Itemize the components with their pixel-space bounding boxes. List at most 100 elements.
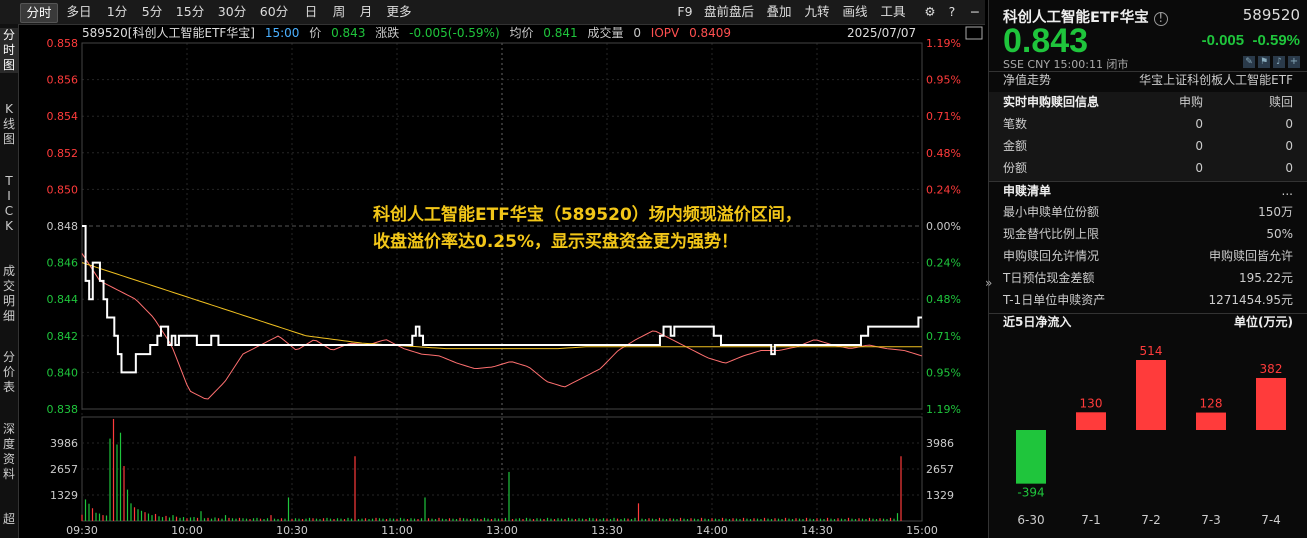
nav-row[interactable]: 净值走势 华宝上证科创板人工智能ETF [1003, 70, 1303, 91]
period-tab-0[interactable]: 分时 [20, 3, 58, 23]
subscribe-value: 0 [1195, 117, 1203, 131]
tool-button-4[interactable]: 画线 [840, 3, 870, 21]
flag-icon[interactable]: ⚑ [1258, 56, 1270, 68]
realtime-title: 实时申购赎回信息 [1003, 95, 1100, 109]
x-tick-label: 09:30 [66, 524, 98, 537]
x-tick-label: 14:30 [801, 524, 833, 537]
realtime-row: 笔数 0 0 [1003, 114, 1303, 135]
vol-tick-right-label: 1329 [926, 489, 954, 502]
y-tick-label: 0.848 [47, 220, 79, 233]
y-tick-pct-label: 0.00% [926, 220, 961, 233]
annotation-line-2: 收盘溢价率达0.25%，显示买盘资金更为强势！ [373, 232, 738, 252]
period-tab-8[interactable]: 周 [329, 3, 349, 21]
period-tab-9[interactable]: 月 [356, 3, 376, 21]
inflow-date-label: 7-3 [1201, 513, 1221, 527]
inflow-bar [1196, 412, 1226, 430]
redeem-value: 0 [1285, 161, 1293, 175]
help-icon[interactable]: ? [944, 3, 960, 21]
bell-icon[interactable]: ♪ [1273, 56, 1285, 68]
y-tick-pct-label: 0.48% [926, 147, 961, 160]
period-tab-3[interactable]: 5分 [138, 3, 166, 21]
edit-icon[interactable]: ✎ [1243, 56, 1255, 68]
inflow-date-label: 7-4 [1261, 513, 1281, 527]
collapse-arrow-icon[interactable]: » [985, 276, 992, 290]
period-tab-6[interactable]: 60分 [257, 3, 291, 21]
row-value: 150万 [1258, 205, 1293, 219]
tool-button-5[interactable]: 工具 [878, 3, 908, 21]
y-tick-pct-label: 0.71% [926, 110, 961, 123]
row-label: 申购赎回允许情况 [1003, 249, 1100, 263]
period-tab-7[interactable]: 日 [301, 3, 321, 21]
row-label: 最小申赎单位份额 [1003, 205, 1100, 219]
inflow-value-label: 130 [1080, 396, 1103, 410]
x-tick-label: 13:30 [591, 524, 623, 537]
change-percent: -0.59% [1252, 32, 1300, 49]
nav-index-name: 华宝上证科创板人工智能ETF [1139, 73, 1293, 87]
x-tick-label: 10:00 [171, 524, 203, 537]
y-tick-pct-label: 0.24% [926, 183, 961, 196]
y-tick-pct-label: 0.48% [926, 293, 961, 306]
redeem-col: 赎回 [1268, 95, 1293, 109]
y-tick-label: 0.840 [47, 366, 79, 379]
settings-icon[interactable]: ⚙ [922, 3, 938, 21]
realtime-row: 份额 0 0 [1003, 158, 1303, 179]
period-tab-10[interactable]: 更多 [384, 3, 414, 21]
y-tick-pct-label: 1.19% [926, 403, 961, 416]
plus-icon[interactable]: + [1288, 56, 1300, 68]
inflow-bar [1136, 360, 1166, 430]
y-tick-label: 0.842 [47, 330, 79, 343]
row-label: 金额 [1003, 139, 1028, 153]
tool-button-2[interactable]: 叠加 [764, 3, 794, 21]
quote-panel: 科创人工智能ETF华宝 ! 589520 0.843 -0.005 -0.59%… [985, 0, 1307, 538]
inflow-date-label: 7-2 [1141, 513, 1161, 527]
row-label: 现金替代比例上限 [1003, 227, 1100, 241]
intraday-chart[interactable]: 0.858 0.856 0.854 0.852 0.850 0.848 0.846 0.844… [0, 24, 985, 538]
list-header: 申赎清单 ... [1003, 181, 1303, 202]
iopv-line [81, 253, 923, 400]
list-row: 最小申赎单位份额 150万 [1003, 202, 1303, 223]
flow-header: 近5日净流入 单位(万元) [1003, 312, 1303, 333]
list-row: T日预估现金差额 195.22元 [1003, 268, 1303, 289]
period-tab-4[interactable]: 15分 [173, 3, 207, 21]
fullscreen-icon[interactable] [965, 26, 983, 40]
tool-button-3[interactable]: 九转 [802, 3, 832, 21]
y-tick-pct-label: 1.19% [926, 37, 961, 50]
x-tick-label: 13:00 [486, 524, 518, 537]
tool-button-0[interactable]: F9 [676, 3, 694, 21]
inflow-value-label: 128 [1200, 397, 1223, 411]
x-tick-label: 11:00 [381, 524, 413, 537]
tool-button-1[interactable]: 盘前盘后 [700, 3, 758, 21]
chart-grid [81, 42, 923, 521]
realtime-header: 实时申购赎回信息 申购 赎回 [1003, 92, 1303, 113]
y-tick-label: 0.844 [47, 293, 79, 306]
vol-tick-label: 3986 [50, 437, 78, 450]
more-icon[interactable]: ... [1282, 181, 1293, 202]
row-value: 195.22元 [1239, 271, 1293, 285]
vol-tick-right-label: 2657 [926, 463, 954, 476]
minus-icon[interactable]: − [967, 3, 983, 21]
list-title: 申赎清单 [1003, 184, 1052, 198]
period-tab-1[interactable]: 多日 [62, 3, 96, 21]
net-inflow-chart: -394 6-30 130 7-1 514 7-2 128 7-3 382 7-4 [1016, 344, 1286, 527]
price-change: -0.005 -0.59% [1202, 32, 1300, 49]
list-row: 申购赎回允许情况 申购赎回皆允许 [1003, 246, 1303, 267]
y-tick-pct-label: 0.95% [926, 74, 961, 87]
fund-code: 589520 [1242, 6, 1300, 24]
row-label: T-1日单位申赎资产 [1003, 293, 1106, 307]
change-amount: -0.005 [1201, 32, 1245, 49]
inflow-bar [1016, 430, 1046, 484]
row-label: T日预估现金差额 [1003, 271, 1095, 285]
period-toolbar: 分时 多日 1分 5分 15分 30分 60分日周月更多 F9 盘前盘后 叠加 九转 画线 工具 ⚙? − [0, 0, 985, 25]
subscribe-value: 0 [1195, 161, 1203, 175]
period-tab-5[interactable]: 30分 [215, 3, 249, 21]
nav-label: 净值走势 [1003, 73, 1052, 87]
y-tick-label: 0.838 [47, 403, 79, 416]
x-tick-label: 10:30 [276, 524, 308, 537]
annotation-line-1: 科创人工智能ETF华宝（589520）场内频现溢价区间， [373, 205, 802, 225]
period-tab-2[interactable]: 1分 [104, 3, 130, 21]
info-icon[interactable]: ! [1153, 12, 1168, 26]
inflow-value-label: 382 [1260, 362, 1283, 376]
list-row: T-1日单位申赎资产 1271454.95元 [1003, 290, 1303, 311]
redeem-value: 0 [1285, 117, 1293, 131]
vol-tick-label: 1329 [50, 489, 78, 502]
